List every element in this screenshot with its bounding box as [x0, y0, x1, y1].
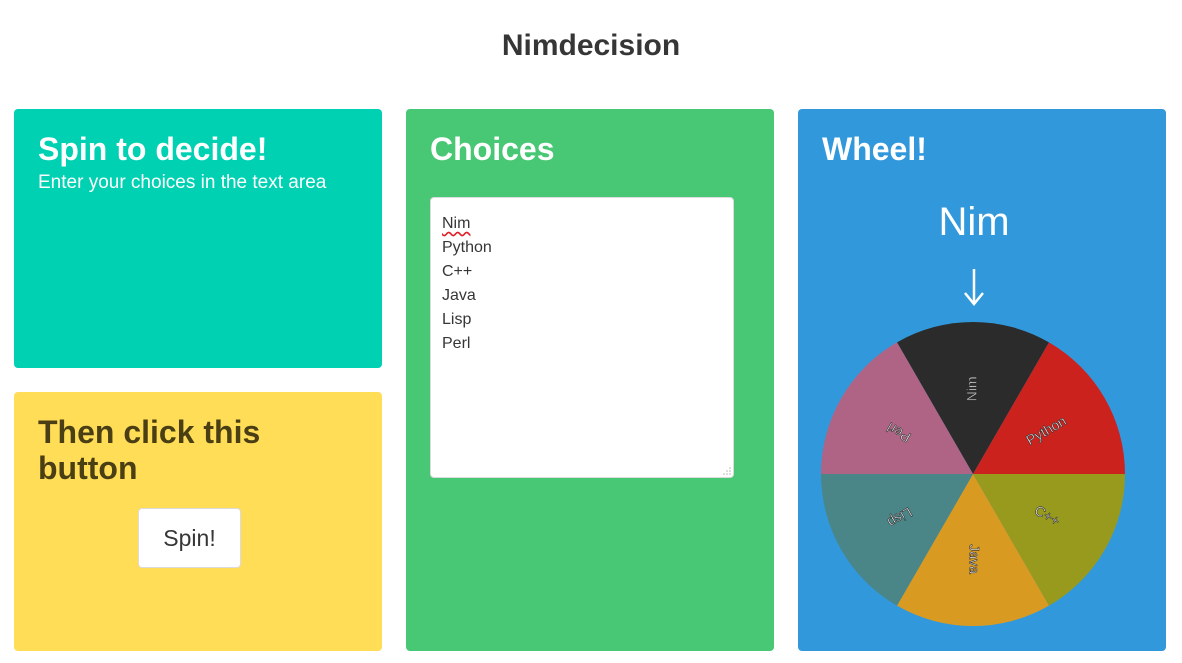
button-card-title: Then click this button	[38, 414, 261, 486]
page-title: Nimdecision	[501, 29, 681, 62]
spin-intro-card: Spin to decide! Enter your choices in th…	[14, 109, 382, 368]
choices-textarea[interactable]: Nim Python C++ Java Lisp Perl	[430, 197, 734, 478]
wheel-segment-label: Java	[966, 544, 982, 574]
choices-card-title: Choices	[430, 131, 555, 167]
choice-line: Java	[442, 287, 476, 304]
spin-card-title: Spin to decide!	[38, 131, 268, 167]
choice-line: Python	[442, 239, 492, 256]
spin-card-subtitle: Enter your choices in the text area	[38, 172, 327, 193]
choice-line: Lisp	[442, 311, 472, 328]
wheel-card-title: Wheel!	[822, 131, 927, 167]
choices-card: Choices Nim Python C++ Java Lisp Perl	[406, 109, 774, 651]
arrow-down-icon	[964, 269, 984, 306]
wheel-segment-label: Nim	[964, 376, 980, 401]
choice-line: Nim	[442, 215, 471, 232]
spin-button-card: Then click this button Spin!	[14, 392, 382, 651]
spinning-wheel[interactable]: NimPythonC++JavaLispPerl	[820, 321, 1126, 627]
spin-button[interactable]: Spin!	[138, 508, 241, 568]
choice-line: Perl	[442, 335, 471, 352]
wheel-card: Wheel! Nim Nim Python C++ Java Lisp Perl	[798, 109, 1166, 651]
resize-grip-icon[interactable]	[723, 467, 731, 475]
winner-label: Nim	[938, 200, 1010, 244]
choice-line: C++	[442, 263, 473, 280]
